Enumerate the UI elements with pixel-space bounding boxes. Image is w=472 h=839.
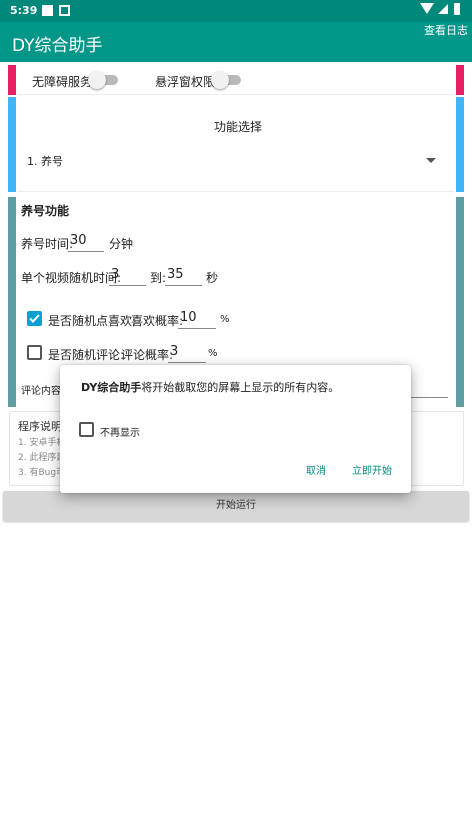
overlay-label: 悬浮窗权限	[155, 75, 216, 89]
nurture-time-unit: 分钟	[109, 237, 134, 251]
like-rate-unit: %	[220, 314, 230, 325]
select-accent-left	[8, 97, 16, 192]
notes-title: 程序说明	[18, 420, 62, 433]
dropdown-arrow-icon	[426, 158, 436, 163]
overlay-switch[interactable]	[211, 71, 241, 89]
notes-line-1: 1. 安卓手机	[18, 438, 66, 448]
dont-show-again-checkbox[interactable]	[79, 422, 94, 437]
function-dropdown-value: 1. 养号	[27, 155, 63, 168]
wifi-icon	[420, 3, 434, 14]
nurture-accent-right	[456, 197, 464, 407]
nurture-title: 养号功能	[21, 204, 70, 218]
video-max-input[interactable]: 35	[167, 267, 184, 282]
video-min-underline	[109, 285, 146, 286]
comment-rate-input[interactable]: 3	[170, 344, 178, 359]
dialog-start-now-button[interactable]: 立即开始	[352, 462, 392, 477]
status-bar: 5:39	[0, 0, 472, 22]
like-checkbox[interactable]	[27, 311, 42, 326]
nurture-time-label: 养号时间:	[21, 237, 74, 251]
comment-rate-underline	[168, 362, 206, 363]
like-rate-underline	[178, 328, 216, 329]
permissions-accent-left	[8, 65, 16, 95]
select-accent-right	[456, 97, 464, 192]
notes-line-3: 3. 有Bug可	[18, 468, 66, 478]
app-title: DY综合助手	[12, 36, 103, 56]
screen-capture-dialog: DY综合助手将开始截取您的屏幕上显示的所有内容。 不再显示 取消 立即开始	[60, 365, 411, 493]
like-rate-input[interactable]: 10	[180, 310, 197, 325]
start-run-button[interactable]: 开始运行	[3, 491, 469, 521]
video-to-label: 到:	[150, 271, 167, 285]
accessibility-label: 无障碍服务	[32, 75, 93, 89]
notification-icon	[42, 5, 53, 16]
comment-label: 是否随机评论:	[48, 348, 125, 362]
nurture-time-underline	[68, 251, 104, 252]
dont-show-again-label: 不再显示	[100, 428, 140, 439]
dialog-app-name: DY综合助手	[81, 381, 142, 394]
permissions-accent-right	[456, 65, 464, 95]
notes-line-2: 2. 此程序建	[18, 453, 66, 463]
battery-icon	[454, 3, 460, 15]
function-dropdown[interactable]: 1. 养号	[24, 149, 444, 173]
video-max-underline	[165, 285, 202, 286]
like-rate-label: 喜欢概率:	[131, 314, 184, 328]
comment-content-label: 评论内容	[21, 386, 61, 397]
comment-checkbox[interactable]	[27, 345, 42, 360]
check-icon	[29, 314, 40, 323]
screenshot-notification-icon	[59, 5, 70, 16]
app-bar: DY综合助手 查看日志	[0, 22, 472, 62]
nurture-time-input[interactable]: 30	[70, 233, 87, 248]
function-select-title: 功能选择	[214, 120, 263, 134]
like-label: 是否随机点喜欢:	[48, 314, 137, 328]
nurture-accent-left	[8, 197, 16, 407]
signal-icon	[438, 4, 448, 14]
permissions-row: 无障碍服务 悬浮窗权限	[18, 65, 454, 95]
status-time: 5:39	[10, 4, 38, 17]
accessibility-switch[interactable]	[88, 71, 118, 89]
video-unit: 秒	[206, 271, 219, 285]
app-screen: 5:39 DY综合助手 查看日志 无障碍服务 悬浮窗权限 功能选择 1. 养号	[0, 0, 472, 839]
comment-rate-label: 评论概率:	[121, 348, 174, 362]
comment-rate-unit: %	[208, 348, 218, 359]
dialog-message: DY综合助手将开始截取您的屏幕上显示的所有内容。	[81, 379, 339, 395]
dialog-message-text: 将开始截取您的屏幕上显示的所有内容。	[141, 381, 340, 394]
dialog-cancel-button[interactable]: 取消	[306, 462, 326, 477]
view-log-button[interactable]: 查看日志	[424, 22, 468, 38]
video-min-input[interactable]: 3	[111, 267, 119, 282]
video-time-label: 单个视频随机时间:	[21, 271, 122, 285]
function-select-panel: 功能选择 1. 养号	[18, 97, 454, 192]
